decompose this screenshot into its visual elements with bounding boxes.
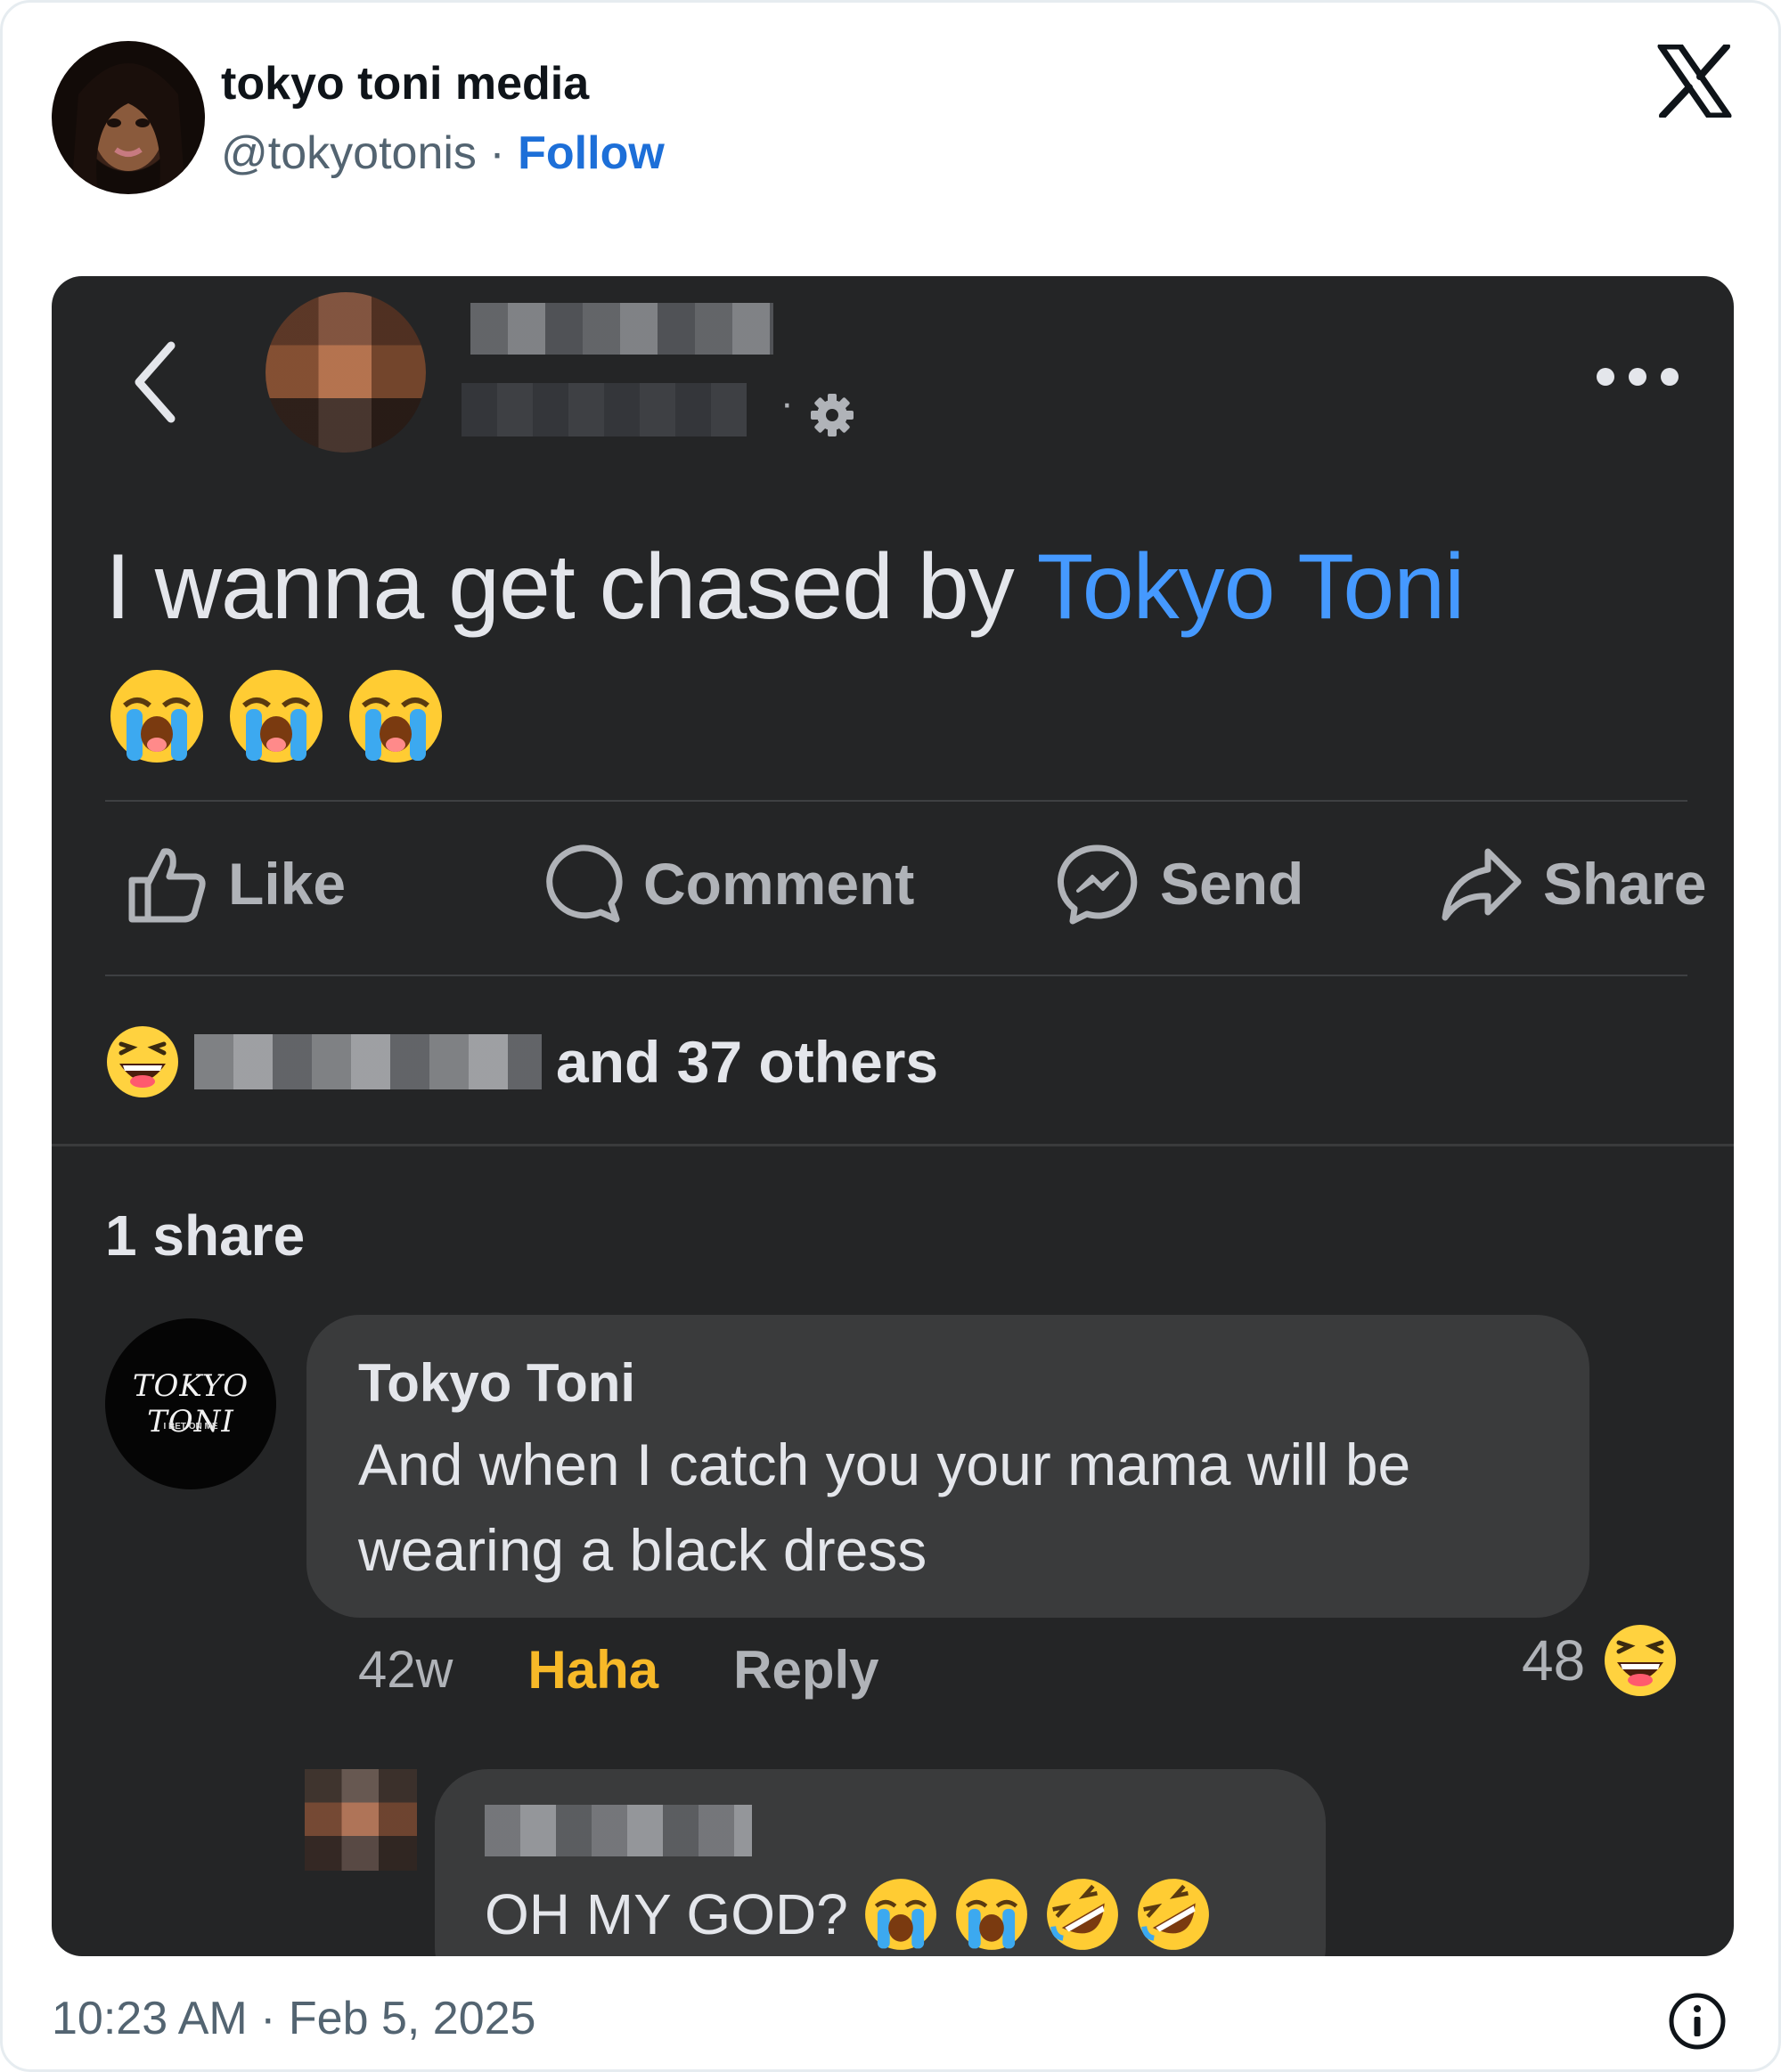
- like-button[interactable]: Like: [123, 841, 346, 926]
- divider-bottom: [105, 975, 1687, 976]
- post-date-blurred: [462, 383, 747, 436]
- comment-bubble[interactable]: Tokyo Toni And when I catch you your mam…: [306, 1315, 1589, 1618]
- like-label: Like: [228, 851, 347, 917]
- poster-name-blurred: [470, 303, 773, 355]
- back-arrow-icon[interactable]: [127, 333, 189, 431]
- reply-text: OH MY GOD?: [485, 1882, 848, 1946]
- info-icon[interactable]: [1668, 1992, 1727, 2051]
- rofl-emoji-icon: [1046, 1879, 1118, 1950]
- share-label: Share: [1543, 851, 1707, 917]
- replier-name-blurred: [485, 1805, 752, 1856]
- post-text: I wanna get chased by Tokyo Toni: [105, 534, 1465, 640]
- poster-avatar-blurred: [266, 292, 426, 453]
- reaction-count-text: and 37 others: [556, 1029, 939, 1095]
- more-options-icon[interactable]: [1593, 365, 1682, 388]
- divider-top: [105, 800, 1687, 802]
- messenger-icon: [1058, 844, 1138, 925]
- send-label: Send: [1160, 851, 1304, 917]
- post-actions-bar: Like Comment Send Share: [105, 811, 1706, 971]
- reply-button[interactable]: Reply: [733, 1639, 878, 1701]
- reply-bubble[interactable]: OH MY GOD?: [435, 1769, 1326, 1956]
- comment-time[interactable]: 42w: [358, 1640, 453, 1700]
- reaction-summary[interactable]: and 37 others: [105, 1024, 938, 1099]
- emoji-row: [107, 666, 445, 766]
- loudly-crying-emoji-icon: [955, 1879, 1027, 1950]
- embedded-post-screenshot: · I wanna get chased by Tokyo Toni Like …: [52, 276, 1734, 1956]
- author-handle[interactable]: @tokyotonis: [221, 127, 477, 179]
- loudly-crying-emoji-icon: [110, 670, 203, 763]
- replier-avatar-blurred: [305, 1769, 417, 1871]
- follow-button[interactable]: Follow: [518, 127, 665, 179]
- x-logo-icon[interactable]: [1657, 45, 1732, 118]
- comment-text: And when I catch you your mama will be w…: [358, 1432, 1411, 1583]
- reply-text-row: OH MY GOD?: [485, 1876, 1212, 1953]
- loudly-crying-emoji-icon: [349, 670, 442, 763]
- haha-reaction-icon: [107, 1026, 178, 1097]
- comment-button[interactable]: Comment: [538, 841, 914, 926]
- comment-meta: 42w Haha Reply: [358, 1639, 879, 1701]
- separator-dot: ·: [489, 127, 505, 179]
- reaction-count: 48: [1522, 1628, 1586, 1693]
- avatar-tagline: I BET ON ME: [163, 1422, 218, 1432]
- share-button[interactable]: Share: [1438, 841, 1706, 926]
- comment-author[interactable]: Tokyo Toni: [358, 1352, 635, 1414]
- share-count[interactable]: 1 share: [105, 1203, 305, 1268]
- send-button[interactable]: Send: [1055, 841, 1303, 926]
- author-name[interactable]: tokyo toni media: [221, 57, 589, 110]
- mention-link[interactable]: Tokyo Toni: [1037, 535, 1465, 639]
- reactor-names-blurred: [194, 1034, 542, 1089]
- post-text-body: I wanna get chased by: [105, 535, 1037, 639]
- commenter-avatar[interactable]: TOKYO TONI I BET ON ME: [105, 1318, 276, 1489]
- comment-icon: [546, 844, 623, 923]
- comment-label: Comment: [643, 851, 915, 917]
- haha-reaction-icon: [1605, 1625, 1677, 1696]
- section-divider: [52, 1144, 1734, 1146]
- date-separator: ·: [780, 381, 794, 425]
- tweet-timestamp[interactable]: 10:23 AM · Feb 5, 2025: [52, 1992, 535, 2045]
- like-icon: [128, 848, 206, 923]
- author-avatar[interactable]: [52, 41, 205, 194]
- comment-reaction-count[interactable]: 48: [1522, 1623, 1678, 1698]
- share-icon: [1442, 848, 1522, 921]
- haha-reaction-button[interactable]: Haha: [527, 1639, 658, 1701]
- handle-row: @tokyotonis · Follow: [221, 126, 665, 180]
- loudly-crying-emoji-icon: [230, 670, 323, 763]
- loudly-crying-emoji-icon: [864, 1879, 936, 1950]
- rofl-emoji-icon: [1137, 1879, 1209, 1950]
- gear-icon: [811, 394, 854, 436]
